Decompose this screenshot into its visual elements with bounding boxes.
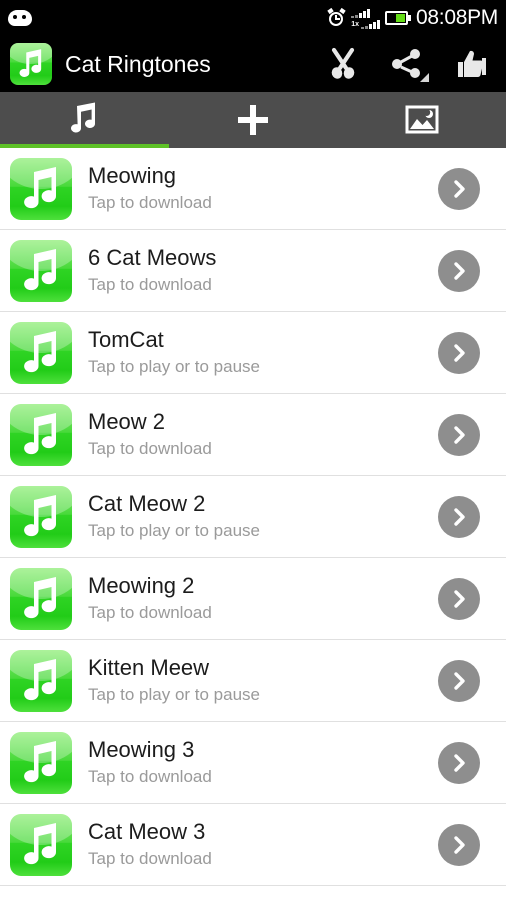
status-bar-notifications — [8, 10, 32, 26]
android-robot-icon — [8, 10, 32, 26]
action-bar: Cat Ringtones — [0, 36, 506, 92]
image-icon — [405, 105, 439, 134]
chevron-right-icon — [454, 507, 465, 526]
app-screen: 1x 08:08PM Cat Ringtones Meowing Tap to … — [0, 0, 506, 900]
list-item[interactable]: TomCat Tap to play or to pause — [0, 312, 506, 394]
list-item-action-button[interactable] — [438, 167, 480, 210]
list-item-title: 6 Cat Meows — [88, 245, 217, 270]
list-item-title: Cat Meow 2 — [88, 491, 206, 516]
list-item-subtitle: Tap to download — [88, 439, 212, 458]
list-item[interactable]: Cat Meow 2 Tap to play or to pause — [0, 476, 506, 558]
list-item-action-button[interactable] — [438, 331, 480, 374]
alarm-clock-icon — [327, 7, 346, 28]
network-type-label: 1x — [351, 20, 360, 28]
music-note-tile — [10, 403, 72, 466]
chevron-right-icon — [454, 589, 465, 608]
signal-strength-icon: 1x — [351, 8, 381, 29]
tab-add[interactable] — [168, 92, 338, 148]
chevron-right-icon — [454, 671, 465, 690]
music-note-tile — [10, 157, 72, 220]
cut-button[interactable] — [320, 41, 366, 87]
share-button[interactable] — [384, 41, 430, 87]
list-item[interactable]: 6 Cat Meows Tap to download — [0, 230, 506, 312]
chevron-right-icon — [454, 343, 465, 362]
status-bar-clock: 08:08PM — [416, 6, 498, 29]
list-item-title: Meowing 3 — [88, 737, 195, 762]
list-item-subtitle: Tap to download — [88, 849, 212, 868]
list-item[interactable]: Meowing Tap to download — [0, 148, 506, 230]
music-note-icon — [71, 102, 96, 133]
list-item-action-button[interactable] — [438, 495, 480, 538]
tab-active-indicator — [0, 144, 169, 148]
scissors-icon — [331, 47, 355, 79]
chevron-right-icon — [454, 179, 465, 198]
list-item-subtitle: Tap to play or to pause — [88, 685, 261, 704]
status-bar-system-icons: 1x 08:08PM — [327, 6, 498, 30]
music-note-tile — [10, 813, 72, 876]
music-note-tile — [10, 239, 72, 302]
music-note-app-icon — [10, 43, 52, 85]
tab-inactive-indicator — [337, 144, 506, 148]
music-note-tile — [10, 485, 72, 548]
list-item-action-button[interactable] — [438, 413, 480, 456]
list-item-subtitle: Tap to play or to pause — [88, 521, 261, 540]
status-bar: 1x 08:08PM — [0, 0, 506, 36]
list-item-action-button[interactable] — [438, 249, 480, 292]
list-item-subtitle: Tap to download — [88, 767, 212, 786]
music-note-tile — [10, 731, 72, 794]
music-note-tile — [10, 649, 72, 712]
dropdown-arrow-icon — [420, 73, 429, 82]
music-note-tile — [10, 567, 72, 630]
list-item-title: Meow 2 — [88, 409, 166, 434]
list-item-action-button[interactable] — [438, 741, 480, 784]
list-item-title: Meowing 2 — [88, 573, 195, 598]
list-item-title: TomCat — [88, 327, 164, 352]
battery-icon — [385, 11, 412, 25]
list-item[interactable]: Kitten Meew Tap to play or to pause — [0, 640, 506, 722]
tab-ringtones[interactable] — [0, 92, 169, 148]
chevron-right-icon — [454, 753, 465, 772]
action-bar-buttons — [320, 41, 500, 87]
list-item[interactable]: Meowing 2 Tap to download — [0, 558, 506, 640]
tab-wallpapers[interactable] — [337, 92, 506, 148]
thumbs-up-icon — [458, 50, 486, 78]
plus-icon — [238, 105, 268, 135]
list-item-title: Kitten Meew — [88, 655, 210, 680]
list-item-action-button[interactable] — [438, 659, 480, 702]
chevron-right-icon — [454, 425, 465, 444]
list-item-action-button[interactable] — [438, 823, 480, 866]
page-title: Cat Ringtones — [65, 50, 211, 77]
list-item-subtitle: Tap to download — [88, 275, 212, 294]
list-item[interactable]: Cat Meow 3 Tap to download — [0, 804, 506, 886]
ringtone-list[interactable]: Meowing Tap to download 6 Cat Meows Tap to … — [0, 148, 506, 900]
chevron-right-icon — [454, 835, 465, 854]
list-item-subtitle: Tap to download — [88, 193, 212, 212]
tab-bar — [0, 92, 506, 148]
list-item-subtitle: Tap to play or to pause — [88, 357, 261, 376]
list-item[interactable]: Meowing 3 Tap to download — [0, 722, 506, 804]
chevron-right-icon — [454, 261, 465, 280]
list-item-title: Cat Meow 3 — [88, 819, 206, 844]
tab-inactive-indicator — [168, 144, 338, 148]
music-note-tile — [10, 321, 72, 384]
rate-button[interactable] — [448, 41, 494, 87]
list-item-subtitle: Tap to download — [88, 603, 212, 622]
list-item-action-button[interactable] — [438, 577, 480, 620]
list-item[interactable]: Meow 2 Tap to download — [0, 394, 506, 476]
list-item-title: Meowing — [88, 163, 177, 188]
